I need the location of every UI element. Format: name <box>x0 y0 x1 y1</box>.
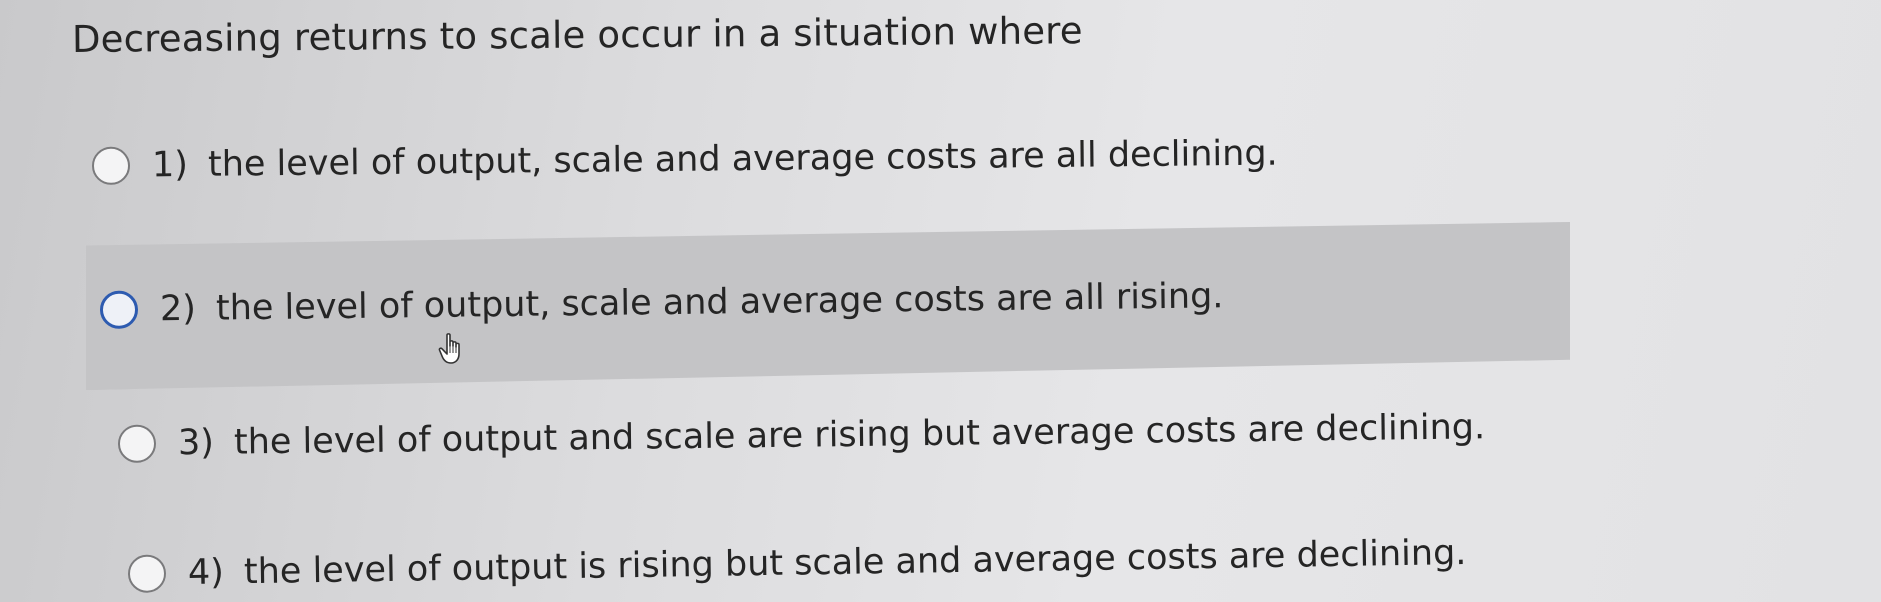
option-label-3: the level of output and scale are rising… <box>233 407 1486 463</box>
answer-option-4[interactable]: 4) the level of output is rising but sca… <box>127 532 1467 594</box>
option-label-4: the level of output is rising but scale … <box>243 532 1467 593</box>
option-label-1: the level of output, scale and average c… <box>207 133 1278 185</box>
radio-button-3[interactable] <box>117 424 157 463</box>
option-number-2: 2) <box>159 288 197 330</box>
radio-button-1[interactable] <box>91 146 131 185</box>
hand-pointer-icon <box>438 333 460 364</box>
answer-option-3[interactable]: 3) the level of output and scale are ris… <box>117 407 1486 464</box>
question-text: Decreasing returns to scale occur in a s… <box>71 9 1083 61</box>
answer-option-1[interactable]: 1) the level of output, scale and averag… <box>91 133 1278 186</box>
option-number-3: 3) <box>177 422 215 464</box>
radio-button-2[interactable] <box>99 290 139 329</box>
option-number-1: 1) <box>151 144 189 186</box>
option-number-4: 4) <box>187 552 225 594</box>
radio-button-4[interactable] <box>127 554 167 593</box>
